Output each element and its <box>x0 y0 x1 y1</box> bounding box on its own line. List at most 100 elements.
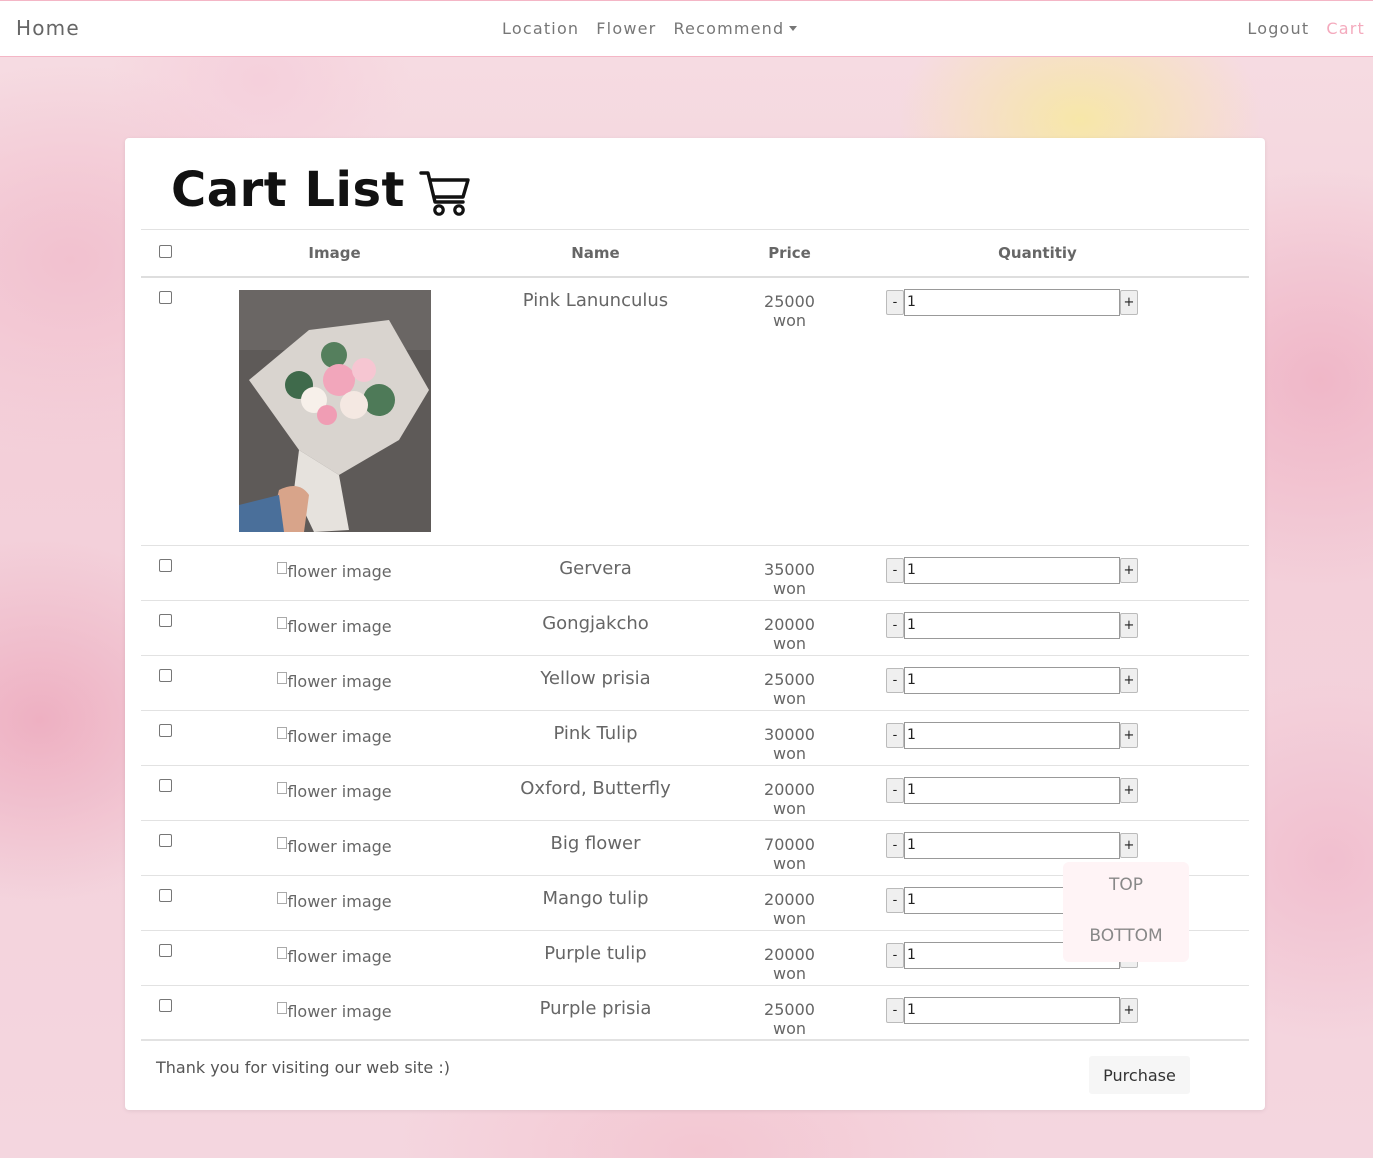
scroll-top-button[interactable]: TOP <box>1063 875 1189 895</box>
broken-image-icon <box>277 781 288 794</box>
row-name: Gongjakcho <box>438 600 753 656</box>
quantity-stepper: -1+ <box>826 996 1249 1024</box>
row-checkbox[interactable] <box>159 723 172 737</box>
footer-message: Thank you for visiting our web site :) <box>156 1058 450 1077</box>
image-alt-text: flower image <box>287 1001 392 1021</box>
row-checkbox[interactable] <box>159 943 172 957</box>
footer-divider <box>141 1039 1249 1040</box>
broken-image: flower image <box>277 946 392 966</box>
scroll-float-panel: TOP BOTTOM <box>1063 862 1189 962</box>
image-alt-text: flower image <box>287 836 392 856</box>
increment-button[interactable]: + <box>1120 612 1138 638</box>
image-alt-text: flower image <box>287 781 392 801</box>
page-title-text: Cart List <box>171 162 405 218</box>
row-price: 25000 won <box>753 277 826 546</box>
broken-image: flower image <box>277 561 392 581</box>
increment-button[interactable]: + <box>1120 290 1138 315</box>
increment-button[interactable]: + <box>1120 557 1138 583</box>
decrement-button[interactable]: - <box>886 997 904 1023</box>
row-checkbox[interactable] <box>159 613 172 627</box>
image-alt-text: flower image <box>287 561 392 581</box>
decrement-button[interactable]: - <box>886 722 904 748</box>
quantity-stepper: -1+ <box>826 611 1249 639</box>
quantity-input[interactable]: 1 <box>904 611 1120 639</box>
navbar: Home Location Flower Recommend Logout Ca… <box>0 0 1373 57</box>
broken-image: flower image <box>277 616 392 636</box>
increment-button[interactable]: + <box>1120 832 1138 858</box>
image-alt-text: flower image <box>287 946 392 966</box>
page-title: Cart List <box>171 162 471 218</box>
nav-logout-link[interactable]: Logout <box>1247 19 1309 38</box>
quantity-input[interactable]: 1 <box>904 776 1120 804</box>
select-all-checkbox[interactable] <box>159 245 172 258</box>
row-checkbox[interactable] <box>159 291 172 304</box>
nav-cart-link[interactable]: Cart <box>1326 19 1365 38</box>
quantity-input[interactable]: 1 <box>904 996 1120 1024</box>
quantity-input[interactable]: 1 <box>904 556 1120 584</box>
decrement-button[interactable]: - <box>886 612 904 638</box>
increment-button[interactable]: + <box>1120 667 1138 693</box>
quantity-input[interactable]: 1 <box>904 831 1120 859</box>
broken-image-icon <box>277 891 288 904</box>
nav-flower-link[interactable]: Flower <box>596 19 656 38</box>
image-alt-text: flower image <box>287 726 392 746</box>
nav-location-link[interactable]: Location <box>502 19 579 38</box>
decrement-button[interactable]: - <box>886 887 904 913</box>
quantity-stepper: -1+ <box>826 666 1249 694</box>
increment-button[interactable]: + <box>1120 722 1138 748</box>
purchase-button[interactable]: Purchase <box>1089 1056 1190 1094</box>
decrement-button[interactable]: - <box>886 290 904 315</box>
quantity-stepper: -1+ <box>826 831 1249 859</box>
decrement-button[interactable]: - <box>886 832 904 858</box>
row-checkbox[interactable] <box>159 558 172 572</box>
nav-recommend-dropdown[interactable]: Recommend <box>673 19 797 38</box>
nav-home-link[interactable]: Home <box>16 16 80 40</box>
row-checkbox[interactable] <box>159 833 172 847</box>
broken-image: flower image <box>277 671 392 691</box>
broken-image-icon <box>277 616 288 629</box>
table-row: flower image Purple prisia 25000 won -1 + <box>141 985 1249 1041</box>
broken-image: flower image <box>277 891 392 911</box>
increment-button[interactable]: + <box>1120 777 1138 803</box>
row-price: 70000 won <box>753 820 826 876</box>
nav-center: Location Flower Recommend <box>502 19 797 38</box>
quantity-input[interactable]: 1 <box>904 666 1120 694</box>
increment-button[interactable]: + <box>1120 997 1138 1023</box>
row-name: Purple prisia <box>438 985 753 1041</box>
table-row: flower image Oxford, Butterfly 20000 won -1… <box>141 765 1249 821</box>
quantity-stepper: -1+ <box>826 776 1249 804</box>
row-checkbox[interactable] <box>159 888 172 902</box>
decrement-button[interactable]: - <box>886 777 904 803</box>
broken-image: flower image <box>277 781 392 801</box>
row-name: Pink Tulip <box>438 710 753 766</box>
broken-image: flower image <box>277 836 392 856</box>
broken-image-icon <box>277 561 288 574</box>
row-name: Pink Lanunculus <box>438 277 753 546</box>
table-row: flower image Gervera 35000 won -1 + <box>141 545 1249 601</box>
scroll-bottom-button[interactable]: BOTTOM <box>1063 926 1189 946</box>
shopping-cart-icon <box>419 171 470 216</box>
quantity-input[interactable]: 1 <box>904 721 1120 749</box>
decrement-button[interactable]: - <box>886 557 904 583</box>
row-name: Gervera <box>438 545 753 601</box>
row-price: 35000 won <box>753 545 826 601</box>
row-name: Mango tulip <box>438 875 753 931</box>
image-alt-text: flower image <box>287 671 392 691</box>
cart-card: Cart List Image Name Price Quantitiy Pin… <box>125 138 1265 1110</box>
row-price: 25000 won <box>753 985 826 1041</box>
decrement-button[interactable]: - <box>886 667 904 693</box>
quantity-stepper: -1+ <box>826 556 1249 584</box>
row-price: 30000 won <box>753 710 826 766</box>
row-name: Yellow prisia <box>438 655 753 711</box>
header-price: Price <box>753 230 826 278</box>
quantity-input[interactable]: 1 <box>904 289 1120 316</box>
row-checkbox[interactable] <box>159 778 172 792</box>
row-checkbox[interactable] <box>159 668 172 682</box>
row-checkbox[interactable] <box>159 998 172 1012</box>
broken-image: flower image <box>277 1001 392 1021</box>
broken-image-icon <box>277 1001 288 1014</box>
row-name: Big flower <box>438 820 753 876</box>
broken-image: flower image <box>277 726 392 746</box>
decrement-button[interactable]: - <box>886 942 904 968</box>
broken-image-icon <box>277 946 288 959</box>
